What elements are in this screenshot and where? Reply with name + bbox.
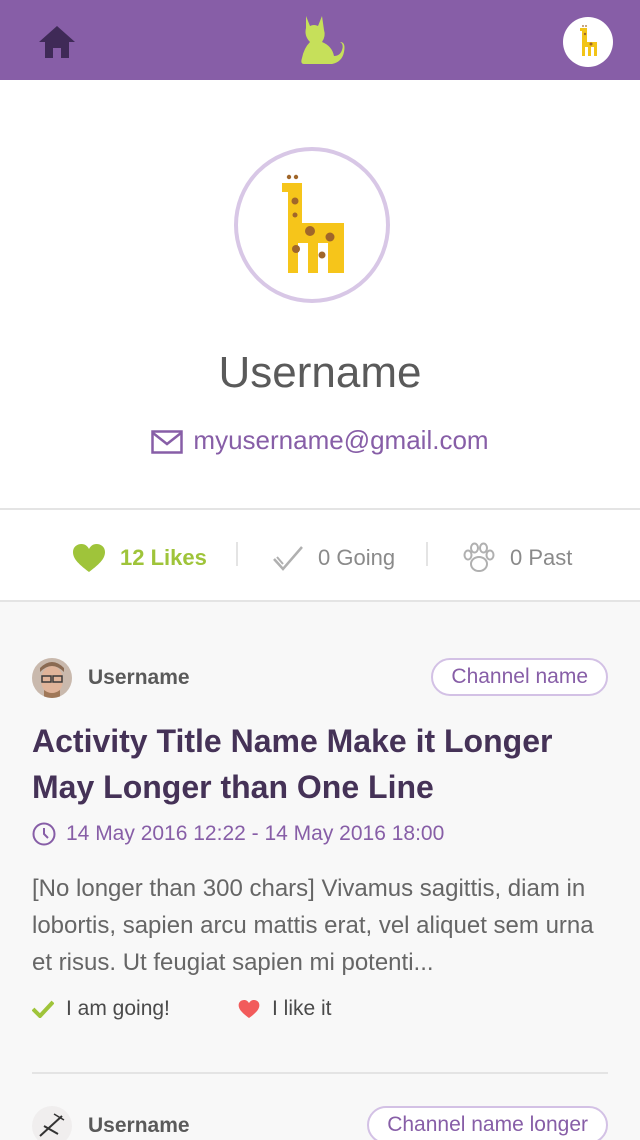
card-actions: I am going! I like it <box>32 994 332 1024</box>
activity-description: [No longer than 300 chars] Vivamus sagit… <box>32 875 594 976</box>
card-header: Username Channel name longer <box>32 1106 608 1140</box>
envelope-icon <box>151 430 184 454</box>
cat-logo-icon[interactable] <box>296 12 346 68</box>
stat-divider <box>236 542 238 566</box>
top-bar <box>0 0 640 80</box>
author-name[interactable]: Username <box>88 666 190 690</box>
giraffe-avatar-icon <box>282 174 344 273</box>
giraffe-avatar-icon[interactable] <box>563 17 613 67</box>
past-label: 0 Past <box>510 545 573 570</box>
activity-title[interactable]: Activity Title Name Make it Longer May L… <box>32 718 592 810</box>
channel-tag[interactable]: Channel name longer <box>367 1106 608 1140</box>
activity-feed: Username Channel name Activity Title Nam… <box>0 602 640 1140</box>
profile-section: Username myusername@gmail.com <box>0 80 640 508</box>
heart-icon <box>238 999 260 1019</box>
going-button[interactable]: I am going! <box>32 997 238 1021</box>
author-avatar[interactable] <box>32 658 72 698</box>
activity-card[interactable]: Username Channel name Activity Title Nam… <box>32 658 608 1058</box>
channel-tag[interactable]: Channel name <box>431 658 608 696</box>
stats-bar: 12 Likes 0 Going 0 Past <box>0 508 640 602</box>
heart-icon <box>73 544 105 572</box>
card-header: Username Channel name <box>32 658 608 702</box>
profile-avatar <box>234 147 390 303</box>
card-divider <box>32 1072 608 1074</box>
clock-icon <box>32 822 56 846</box>
activity-time: 14 May 2016 12:22 - 14 May 2016 18:00 <box>32 822 444 846</box>
paw-icon <box>463 542 495 572</box>
like-button-label: I like it <box>272 997 332 1020</box>
profile-username: Username <box>218 348 422 397</box>
time-text: 14 May 2016 12:22 - 14 May 2016 18:00 <box>66 822 445 845</box>
author-name[interactable]: Username <box>88 1114 190 1138</box>
going-button-label: I am going! <box>66 997 170 1020</box>
likes-label: 12 Likes <box>120 545 207 570</box>
like-button[interactable]: I like it <box>238 997 332 1021</box>
email-text: myusername@gmail.com <box>193 425 489 455</box>
stat-divider <box>426 542 428 566</box>
check-icon <box>32 1000 54 1018</box>
past-tab[interactable]: 0 Past <box>462 538 572 578</box>
going-label: 0 Going <box>318 545 396 570</box>
author-avatar[interactable] <box>32 1106 72 1140</box>
likes-tab[interactable]: 12 Likes <box>72 538 207 578</box>
profile-email[interactable]: myusername@gmail.com <box>0 425 640 456</box>
activity-card[interactable]: Username Channel name longer <box>32 1106 608 1140</box>
home-icon[interactable] <box>36 22 78 62</box>
check-icon <box>273 546 303 571</box>
going-tab[interactable]: 0 Going <box>272 538 395 578</box>
